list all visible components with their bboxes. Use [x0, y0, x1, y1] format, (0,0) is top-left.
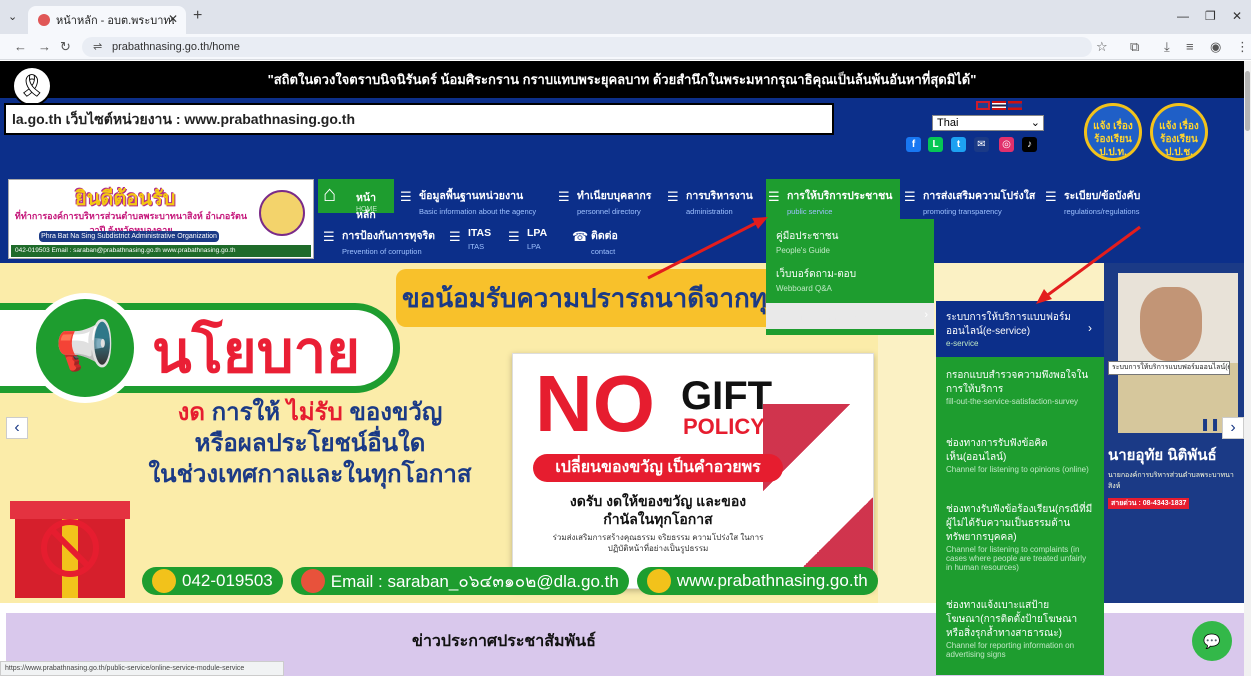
browser-tab[interactable]: หน้าหลัก - อบต.พระบาทนาสิงห์ อ.รั ✕ — [28, 6, 186, 34]
web-page: "สถิตในดวงใจตราบนิจนิรันดร์ น้อมศิระกราน… — [0, 61, 1244, 676]
bookmark-star-icon[interactable]: ☆ — [1096, 39, 1108, 55]
status-bar-url: https://www.prabathnasing.go.th/public-s… — [0, 661, 284, 676]
address-bar: ← → ↻ ⇌ prabathnasing.go.th/home ☆ ⧉ ⤓ ≡… — [0, 34, 1251, 60]
arrow-2 — [1044, 225, 1141, 299]
minimize-icon[interactable]: — — [1177, 9, 1189, 23]
new-tab-icon[interactable]: + — [193, 7, 202, 25]
browser-menu-icon[interactable]: ⋮ — [1236, 39, 1249, 55]
annotation-arrows — [647, 217, 1141, 304]
url-input[interactable]: ⇌ prabathnasing.go.th/home — [82, 37, 1092, 57]
page-scrollbar[interactable] — [1244, 61, 1251, 676]
scrollbar-thumb[interactable] — [1245, 71, 1250, 131]
restore-icon[interactable]: ❐ — [1205, 9, 1216, 23]
profile-avatar-icon[interactable]: ◉ — [1210, 39, 1221, 55]
site-favicon-icon — [38, 14, 50, 26]
url-text: prabathnasing.go.th/home — [112, 41, 240, 53]
extensions-icon[interactable]: ⧉ — [1130, 39, 1139, 55]
download-icon[interactable]: ⤓ — [1164, 39, 1170, 55]
reading-list-icon[interactable]: ≡ — [1186, 39, 1194, 54]
arrow-2-head — [1036, 289, 1052, 304]
tab-search-dropdown-icon[interactable]: ⌄ — [8, 10, 17, 23]
browser-tab-bar: ⌄ หน้าหลัก - อบต.พระบาทนาสิงห์ อ.รั ✕ + … — [0, 0, 1251, 34]
close-tab-icon[interactable]: ✕ — [168, 12, 178, 26]
arrow-1 — [647, 219, 761, 280]
tab-title: หน้าหลัก - อบต.พระบาทนาสิงห์ อ.รั — [56, 15, 174, 27]
site-info-icon[interactable]: ⇌ — [93, 37, 102, 57]
reload-icon[interactable]: ↻ — [60, 39, 71, 55]
close-window-icon[interactable]: ✕ — [1232, 9, 1242, 23]
back-icon[interactable]: ← — [14, 39, 27, 54]
forward-icon[interactable]: → — [38, 39, 51, 54]
